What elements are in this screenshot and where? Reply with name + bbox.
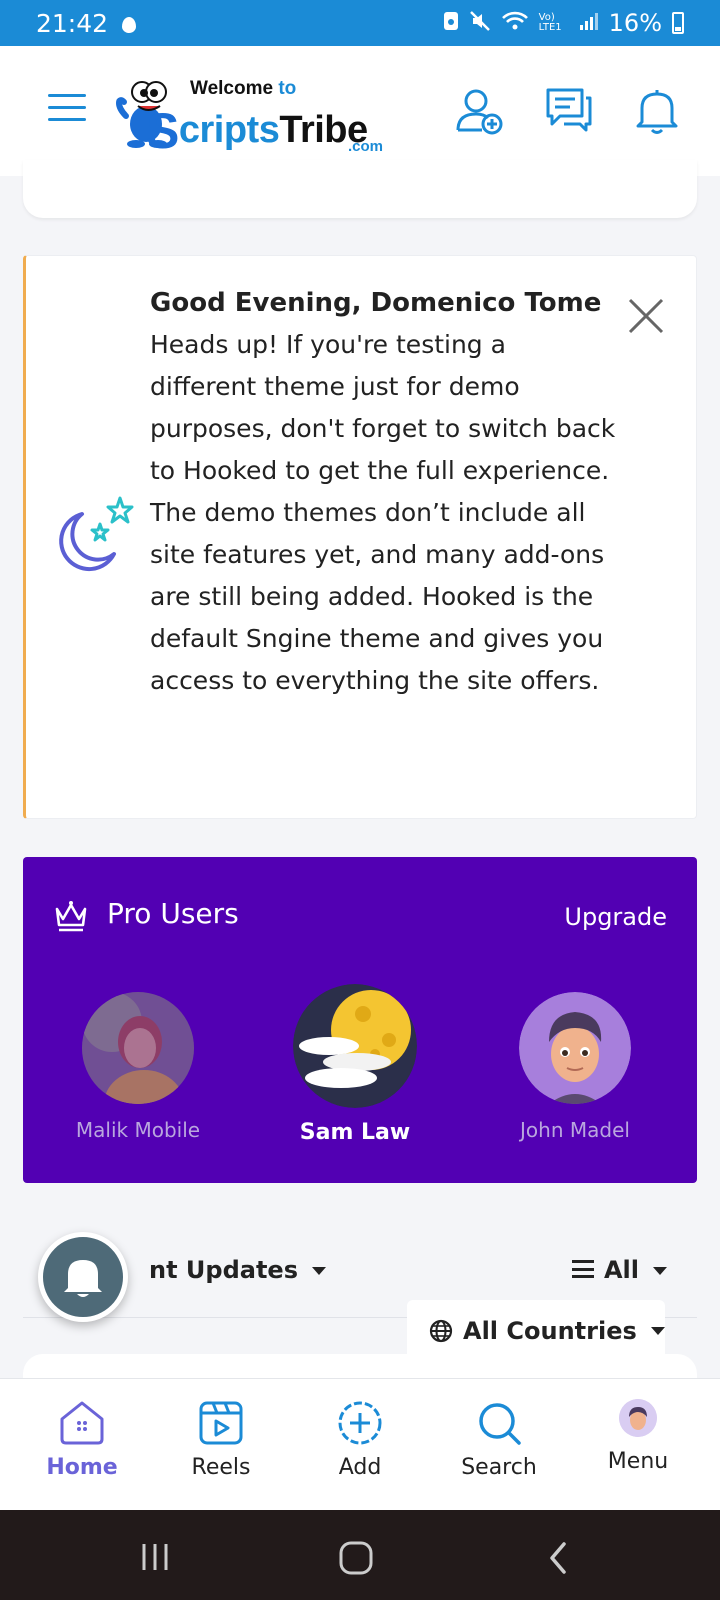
avatar <box>293 984 417 1108</box>
home-button-icon[interactable] <box>338 1540 374 1576</box>
status-indicators: Vo) LTE1 16% <box>443 9 684 37</box>
search-icon <box>479 1403 521 1445</box>
greeting-alert: Good Evening, Domenico Tome Heads up! If… <box>23 255 697 819</box>
close-icon[interactable] <box>626 296 666 336</box>
add-icon <box>338 1401 382 1445</box>
upgrade-link[interactable]: Upgrade <box>564 903 667 931</box>
caret-down-icon <box>650 1327 665 1335</box>
nav-home[interactable]: Home <box>22 1399 142 1480</box>
signal-icon <box>579 11 599 36</box>
notifications-icon[interactable] <box>632 86 682 136</box>
pro-user-name: Malik Mobile <box>75 1118 201 1142</box>
caret-down-icon <box>312 1267 326 1275</box>
alert-text: Good Evening, Domenico Tome Heads up! If… <box>150 282 620 702</box>
avatar <box>519 992 631 1104</box>
pro-user-3[interactable]: John Madel <box>480 992 670 1142</box>
composer-card-edge <box>23 160 697 218</box>
crown-icon <box>55 901 87 932</box>
logo-domain: .com <box>348 138 384 155</box>
recent-apps-icon[interactable] <box>138 1540 172 1574</box>
globe-icon <box>429 1319 453 1343</box>
nav-add[interactable]: Add <box>300 1399 420 1480</box>
water-drop-icon <box>122 17 137 33</box>
caret-down-icon <box>653 1267 667 1275</box>
add-friend-icon[interactable] <box>456 86 506 136</box>
pro-user-name: Sam Law <box>299 1120 411 1145</box>
system-navigation-bar <box>0 1510 720 1600</box>
network-label: Vo) LTE1 <box>538 12 562 33</box>
site-logo[interactable]: Welcome to ScriptsTribe .com <box>112 72 392 159</box>
countries-dropdown[interactable]: All Countries <box>407 1300 665 1362</box>
status-time: 21:42 <box>36 8 109 38</box>
logo-brand: ScriptsTribe <box>146 103 368 159</box>
pro-user-2[interactable]: Sam Law <box>260 984 450 1145</box>
battery-percent: 16% <box>608 9 662 37</box>
messages-icon[interactable] <box>544 86 594 136</box>
battery-icon <box>672 12 684 34</box>
greeting-title: Good Evening, Domenico Tome <box>150 288 602 318</box>
nav-menu[interactable]: Menu <box>578 1399 698 1474</box>
bell-icon <box>64 1260 102 1297</box>
alert-message: Heads up! If you're testing a different … <box>150 330 616 695</box>
profile-avatar <box>619 1399 657 1437</box>
avatar <box>82 992 194 1104</box>
moon-stars-icon <box>59 496 134 572</box>
back-icon[interactable] <box>546 1540 570 1576</box>
pro-users-title: Pro Users <box>107 897 239 930</box>
status-bar: 21:42 Vo) LTE1 16% <box>0 0 720 46</box>
nav-search[interactable]: Search <box>439 1399 559 1480</box>
nav-reels[interactable]: Reels <box>161 1399 281 1480</box>
notification-bell-button[interactable] <box>38 1232 128 1322</box>
pro-users-card: Pro Users Upgrade Malik Mobile Sam Law J… <box>23 857 697 1183</box>
updates-dropdown[interactable]: nt Updates <box>149 1256 326 1284</box>
mute-icon <box>469 10 491 37</box>
reels-icon <box>199 1401 243 1445</box>
app-header: Welcome to ScriptsTribe .com <box>0 46 720 176</box>
home-icon <box>60 1401 104 1445</box>
list-icon <box>571 1260 594 1278</box>
recycle-icon <box>443 11 459 36</box>
all-filter-dropdown[interactable]: All <box>571 1256 667 1284</box>
bottom-navigation: Home Reels Add Search Menu <box>0 1378 720 1510</box>
wifi-icon <box>501 10 529 37</box>
pro-user-name: John Madel <box>520 1118 630 1142</box>
menu-icon[interactable] <box>48 94 86 122</box>
pro-user-1[interactable]: Malik Mobile <box>43 992 233 1142</box>
